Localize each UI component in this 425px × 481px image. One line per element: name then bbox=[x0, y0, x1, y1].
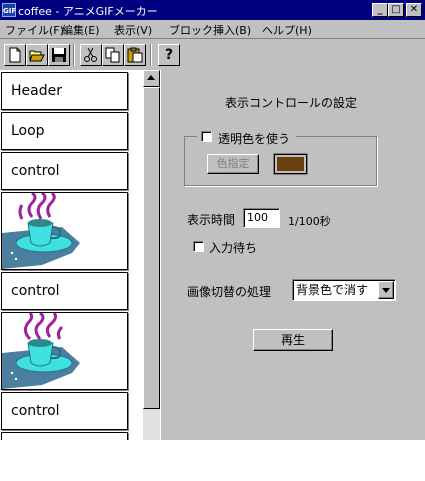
block-control[interactable]: control bbox=[1, 152, 128, 190]
display-time-input[interactable]: 100 bbox=[243, 208, 280, 228]
block-partial[interactable] bbox=[1, 432, 128, 440]
save-button[interactable] bbox=[48, 44, 70, 66]
block-header[interactable]: Header bbox=[1, 72, 128, 110]
block-loop[interactable]: Loop bbox=[1, 112, 128, 150]
open-button[interactable] bbox=[26, 44, 48, 66]
play-button[interactable]: 再生 bbox=[253, 329, 333, 351]
paste-button[interactable] bbox=[124, 44, 146, 66]
app-icon: GIF bbox=[2, 3, 16, 17]
block-image[interactable] bbox=[1, 312, 128, 390]
cut-button[interactable] bbox=[80, 44, 102, 66]
chevron-down-icon bbox=[382, 288, 390, 293]
maximize-button[interactable]: □ bbox=[388, 3, 404, 17]
switch-process-value: 背景色で消す bbox=[296, 283, 369, 297]
cut-icon bbox=[84, 47, 97, 62]
block-label: Header bbox=[11, 83, 62, 99]
help-button[interactable]: ? bbox=[158, 44, 180, 66]
dropdown-button[interactable] bbox=[378, 281, 394, 299]
paste-icon bbox=[127, 47, 143, 63]
menu-insert-block[interactable]: ブロック挿入(B) bbox=[169, 22, 251, 38]
scroll-thumb[interactable] bbox=[143, 87, 160, 409]
toolbar-separator bbox=[150, 44, 152, 66]
block-image[interactable] bbox=[1, 192, 128, 270]
display-time-unit: 1/100秒 bbox=[288, 215, 331, 228]
copy-icon bbox=[105, 47, 120, 63]
minimize-button[interactable]: _ bbox=[372, 3, 388, 17]
color-select-button[interactable]: 色指定 bbox=[207, 154, 259, 174]
settings-heading: 表示コントロールの設定 bbox=[225, 96, 358, 110]
title-bar: GIF coffee - アニメGIFメーカー _ □ ✕ bbox=[0, 0, 425, 20]
coffee-cup-image bbox=[2, 313, 80, 389]
block-list: Header Loop control control control bbox=[0, 70, 143, 440]
menu-file[interactable]: ファイル(F) bbox=[5, 22, 64, 38]
menu-bar: ファイル(F) 編集(E) 表示(V) ブロック挿入(B) ヘルプ(H) bbox=[0, 20, 425, 38]
control-settings-panel: 表示コントロールの設定 透明色を使う 色指定 表示時間 100 1/100秒 入… bbox=[163, 70, 425, 440]
block-label: control bbox=[11, 283, 60, 299]
display-time-label: 表示時間 bbox=[187, 213, 236, 227]
arrow-up-icon bbox=[147, 75, 155, 80]
wait-input-checkbox[interactable] bbox=[193, 241, 204, 252]
transparent-label: 透明色を使う bbox=[218, 132, 291, 146]
switch-process-label: 画像切替の処理 bbox=[187, 285, 272, 299]
coffee-cup-image bbox=[2, 193, 127, 269]
copy-button[interactable] bbox=[102, 44, 124, 66]
scroll-up-button[interactable] bbox=[143, 70, 160, 87]
block-control[interactable]: control bbox=[1, 392, 128, 430]
menu-help[interactable]: ヘルプ(H) bbox=[262, 22, 312, 38]
color-swatch[interactable] bbox=[273, 153, 308, 175]
switch-process-select[interactable]: 背景色で消す bbox=[292, 279, 396, 301]
menu-view[interactable]: 表示(V) bbox=[114, 22, 152, 38]
transparent-checkbox[interactable] bbox=[201, 131, 212, 142]
color-swatch-fill bbox=[277, 157, 304, 171]
block-label: control bbox=[11, 403, 60, 419]
wait-input-label: 入力待ち bbox=[209, 241, 258, 255]
toolbar: ? bbox=[0, 38, 425, 70]
close-button[interactable]: ✕ bbox=[406, 3, 422, 17]
new-file-icon bbox=[9, 47, 21, 63]
help-icon: ? bbox=[164, 47, 174, 63]
block-label: Loop bbox=[11, 123, 45, 139]
transparent-legend: 透明色を使う bbox=[197, 130, 297, 146]
toolbar-separator bbox=[73, 44, 75, 66]
open-folder-icon bbox=[29, 50, 45, 62]
block-control[interactable]: control bbox=[1, 272, 128, 310]
menu-edit[interactable]: 編集(E) bbox=[62, 22, 100, 38]
window-title: coffee - アニメGIFメーカー bbox=[18, 5, 158, 18]
save-icon bbox=[52, 48, 66, 62]
block-label: control bbox=[11, 163, 60, 179]
app-window: GIF coffee - アニメGIFメーカー _ □ ✕ ファイル(F) 編集… bbox=[0, 0, 425, 440]
block-list-scrollbar[interactable] bbox=[143, 70, 160, 440]
new-file-button[interactable] bbox=[4, 44, 26, 66]
